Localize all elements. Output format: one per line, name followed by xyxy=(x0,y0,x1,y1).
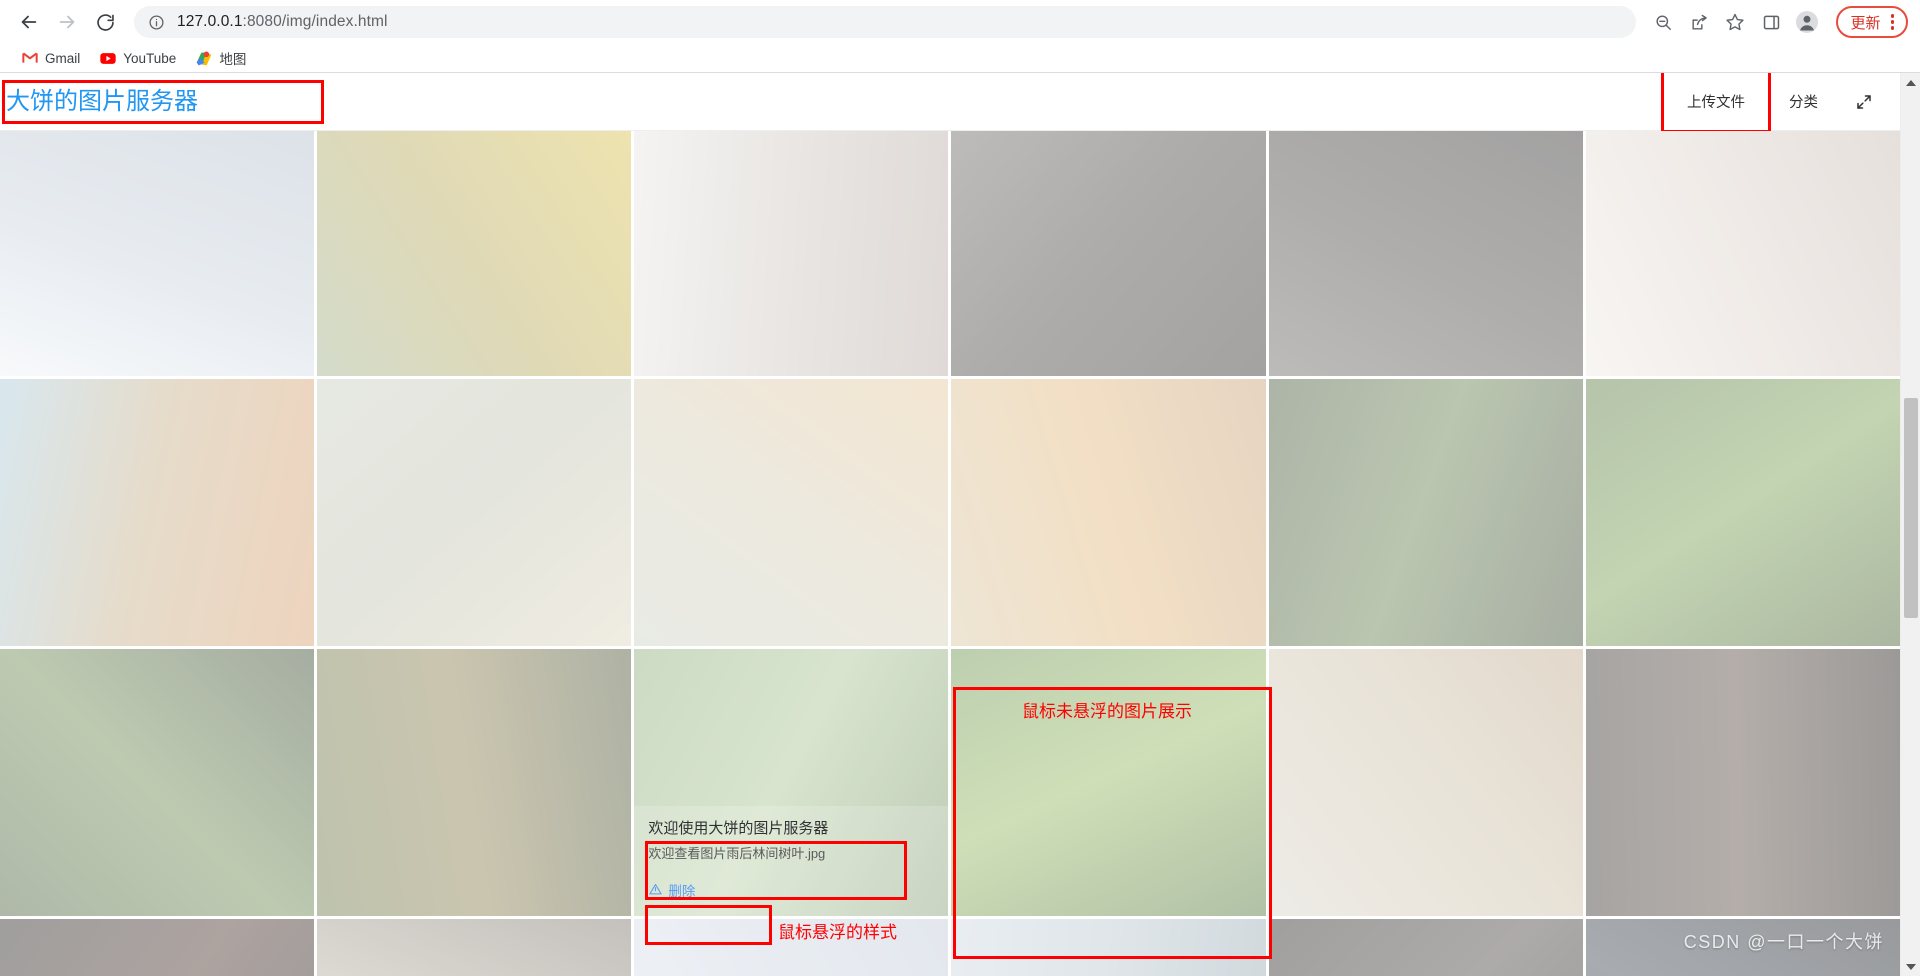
image-card[interactable] xyxy=(951,649,1266,916)
url-text: 127.0.0.1:8080/img/index.html xyxy=(177,13,388,31)
bookmark-label: YouTube xyxy=(123,50,177,66)
hover-card-subtitle: 欢迎查看图片雨后林间树叶.jpg xyxy=(648,846,826,861)
image-card[interactable] xyxy=(1268,919,1583,976)
image-card[interactable] xyxy=(0,379,315,646)
browser-chrome: 127.0.0.1:8080/img/index.html 更新 Gmail Y… xyxy=(0,0,1920,72)
update-button[interactable]: 更新 xyxy=(1836,6,1908,38)
image-card[interactable] xyxy=(951,379,1266,646)
image-card[interactable] xyxy=(1585,379,1900,646)
image-card[interactable] xyxy=(1585,919,1900,976)
image-card[interactable] xyxy=(951,919,1266,976)
mossy-rocks-with-flowers-thumbnail xyxy=(0,649,315,916)
image-grid: 欢迎使用大饼的图片服务器 欢迎查看图片雨后林间树叶.jpg 删除 xyxy=(0,131,1900,976)
site-info-icon[interactable] xyxy=(148,14,165,31)
white-stupa-against-mountain-thumbnail xyxy=(317,379,632,646)
back-button[interactable] xyxy=(12,5,46,39)
image-card[interactable] xyxy=(951,131,1266,376)
bookmark-youtube[interactable]: YouTube xyxy=(92,47,184,69)
toolbar-right-cluster: 更新 xyxy=(1646,5,1908,39)
yellow-flowers-in-green-thumbnail xyxy=(951,649,1266,916)
scroll-up-arrow[interactable] xyxy=(1901,73,1920,93)
image-card[interactable] xyxy=(634,131,949,376)
profile-avatar-icon[interactable] xyxy=(1790,5,1824,39)
gmail-icon xyxy=(22,50,38,66)
group-photo-old-building-thumbnail xyxy=(317,919,632,976)
clover-leaves-close-up-thumbnail xyxy=(1268,379,1583,646)
image-card[interactable] xyxy=(1268,131,1583,376)
children-in-rain-night-thumbnail xyxy=(1585,919,1900,976)
delete-button[interactable]: 删除 xyxy=(648,880,695,900)
page-scrollbar[interactable] xyxy=(1900,73,1920,976)
scroll-down-arrow[interactable] xyxy=(1901,957,1920,976)
forward-button[interactable] xyxy=(50,5,84,39)
mountain-range-pale-sky-thumbnail xyxy=(1268,649,1583,916)
upload-file-button[interactable]: 上传文件 xyxy=(1665,81,1767,122)
category-button[interactable]: 分类 xyxy=(1767,81,1840,122)
maps-icon xyxy=(196,50,212,66)
share-icon[interactable] xyxy=(1682,5,1716,39)
header-actions: 上传文件 分类 xyxy=(1661,73,1882,133)
url-path: /img/index.html xyxy=(281,13,388,30)
image-card[interactable] xyxy=(1585,649,1900,916)
person-raising-hand-dark-thumbnail xyxy=(1268,919,1583,976)
dark-night-market-stalls-thumbnail xyxy=(0,919,315,976)
image-card[interactable] xyxy=(317,131,632,376)
snow-peak-sunrise-thumbnail xyxy=(634,379,949,646)
image-card[interactable] xyxy=(317,379,632,646)
reload-button[interactable] xyxy=(88,5,122,39)
men-in-black-tshirts-outdoor-thumbnail xyxy=(951,131,1266,376)
url-port: :8080 xyxy=(242,13,282,30)
image-card[interactable] xyxy=(0,919,315,976)
youtube-icon xyxy=(100,50,116,66)
bookmark-label: Gmail xyxy=(45,50,81,66)
scrollbar-thumb[interactable] xyxy=(1904,398,1918,618)
zoom-out-icon[interactable] xyxy=(1646,5,1680,39)
image-card[interactable] xyxy=(0,131,315,376)
green-grass-blades-macro-thumbnail xyxy=(1585,379,1900,646)
bookmark-maps[interactable]: 地图 xyxy=(188,45,254,71)
man-with-glasses-portrait-thumbnail xyxy=(1585,131,1900,376)
bookmark-gmail[interactable]: Gmail xyxy=(14,47,88,69)
lake-and-distant-hills-thumbnail xyxy=(951,919,1266,976)
page-title: 大饼的图片服务器 xyxy=(6,87,198,115)
man-bending-in-black-shirt-thumbnail xyxy=(1268,131,1583,376)
golden-pavilion-with-peaks-thumbnail xyxy=(0,379,315,646)
url-host: 127.0.0.1 xyxy=(177,13,243,30)
bookmarks-bar: Gmail YouTube 地图 xyxy=(0,44,1920,72)
image-card[interactable]: 欢迎使用大饼的图片服务器 欢迎查看图片雨后林间树叶.jpg 删除 xyxy=(634,649,949,916)
woman-in-silver-mask-thumbnail xyxy=(634,131,949,376)
penguin-chick-on-snow-thumbnail xyxy=(0,131,315,376)
crowd-at-night-with-truck-thumbnail xyxy=(1585,649,1900,916)
green-mountain-meadow-thumbnail xyxy=(317,131,632,376)
image-card[interactable] xyxy=(317,919,632,976)
update-label: 更新 xyxy=(1850,14,1881,32)
app-header: 大饼的图片服务器 上传文件 分类 xyxy=(0,73,1900,133)
image-card[interactable] xyxy=(1268,379,1583,646)
hover-card-title: 欢迎使用大饼的图片服务器 xyxy=(648,819,829,837)
page-viewport: 大饼的图片服务器 上传文件 分类 欢迎使用大饼的图片服务器 欢迎查看图片雨后林间树… xyxy=(0,72,1920,976)
image-card[interactable] xyxy=(634,919,949,976)
side-panel-icon[interactable] xyxy=(1754,5,1788,39)
chrome-menu-icon[interactable] xyxy=(1885,14,1901,30)
address-bar[interactable]: 127.0.0.1:8080/img/index.html xyxy=(134,6,1637,38)
image-card[interactable] xyxy=(0,649,315,916)
bookmark-label: 地图 xyxy=(219,52,247,67)
bookmark-star-icon[interactable] xyxy=(1718,5,1752,39)
image-card[interactable] xyxy=(1585,131,1900,376)
mushrooms-on-forest-floor-thumbnail xyxy=(317,649,632,916)
browser-toolbar: 127.0.0.1:8080/img/index.html 更新 xyxy=(0,0,1920,44)
delete-icon xyxy=(648,882,663,897)
pale-sky-landscape-thumbnail xyxy=(634,919,949,976)
image-card[interactable] xyxy=(634,379,949,646)
image-card[interactable] xyxy=(317,649,632,916)
delete-label: 删除 xyxy=(668,883,696,899)
image-card[interactable] xyxy=(1268,649,1583,916)
expand-arrows-icon[interactable] xyxy=(1846,87,1882,117)
upload-button-wrap: 上传文件 xyxy=(1661,73,1771,133)
golden-mountain-with-lantern-thumbnail xyxy=(951,379,1266,646)
image-hover-overlay: 欢迎使用大饼的图片服务器 欢迎查看图片雨后林间树叶.jpg 删除 xyxy=(634,805,949,916)
